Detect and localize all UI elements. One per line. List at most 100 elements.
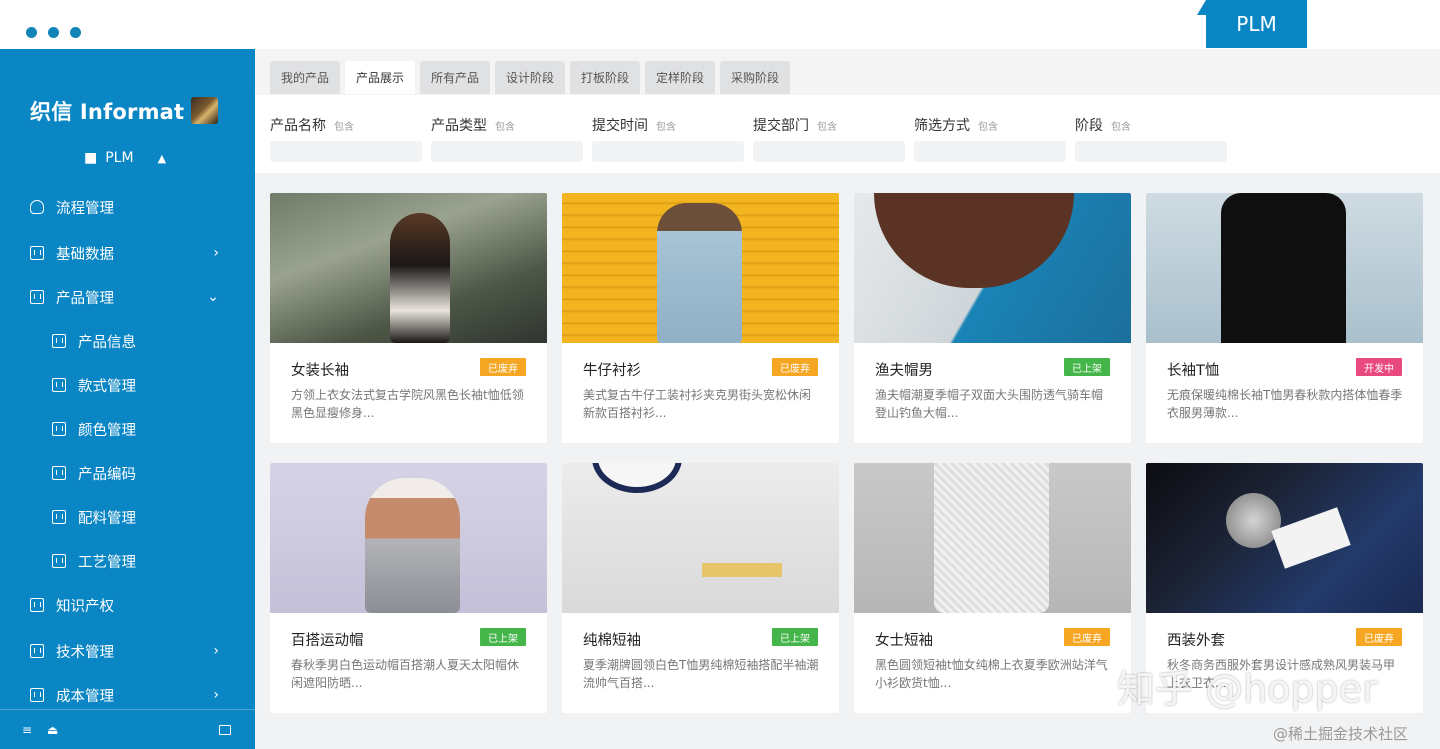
- app-switcher[interactable]: ■ PLM ▲: [84, 150, 166, 166]
- sidebar-item-product-code[interactable]: 产品编码: [0, 458, 255, 488]
- user-avatar[interactable]: [191, 97, 218, 124]
- product-image: [270, 463, 547, 613]
- product-title: 牛仔衬衫: [583, 363, 641, 379]
- tab-all-products[interactable]: 所有产品: [420, 61, 491, 94]
- product-title: 纯棉短袖: [583, 633, 641, 649]
- window-dot-minimize[interactable]: [48, 27, 59, 38]
- status-badge: 已上架: [772, 628, 818, 646]
- product-description: 无痕保暖纯棉长袖T恤男春秋款内搭体恤春季衣服男薄款...: [1167, 388, 1403, 420]
- tab-sample-stage[interactable]: 定样阶段: [645, 61, 716, 94]
- sidebar-item-style[interactable]: 款式管理: [0, 370, 255, 400]
- filter-product-name: 产品名称 包含: [270, 115, 422, 162]
- product-title: 长袖T恤: [1167, 363, 1220, 379]
- panel-icon[interactable]: [219, 724, 231, 735]
- filter-input-department[interactable]: [753, 141, 905, 162]
- product-description: 渔夫帽潮夏季帽子双面大头围防透气骑车帽登山钓鱼大帽...: [875, 388, 1104, 420]
- sidebar-item-label: 成本管理: [56, 688, 114, 705]
- sidebar-item-label: 技术管理: [56, 644, 114, 661]
- product-title: 女士短袖: [875, 633, 933, 649]
- product-card[interactable]: 百搭运动帽 已上架 春秋季男白色运动帽百搭潮人夏天太阳帽休闲遮阳防晒...: [270, 463, 547, 713]
- product-card[interactable]: 渔夫帽男 已上架 渔夫帽潮夏季帽子双面大头围防透气骑车帽登山钓鱼大帽...: [854, 193, 1131, 443]
- status-badge: 已废弃: [1064, 628, 1110, 646]
- sidebar-item-product-info[interactable]: 产品信息: [0, 326, 255, 356]
- filter-input-stage[interactable]: [1075, 141, 1227, 162]
- sidebar: 织信 Informat ■ PLM ▲ 流程管理 基础数据 › 产品管理 ⌄ 产…: [0, 49, 255, 749]
- filter-operator[interactable]: 包含: [978, 118, 998, 133]
- sidebar-item-product-mgmt[interactable]: 产品管理 ⌄: [0, 282, 255, 312]
- product-image: [854, 463, 1131, 613]
- filter-label: 产品类型: [431, 118, 487, 134]
- tab-my-products[interactable]: 我的产品: [270, 61, 341, 94]
- product-title: 百搭运动帽: [291, 633, 364, 649]
- filter-operator[interactable]: 包含: [1111, 118, 1131, 133]
- product-description: 夏季潮牌圆领白色T恤男纯棉短袖搭配半袖潮流帅气百搭...: [583, 658, 819, 690]
- filter-operator[interactable]: 包含: [334, 118, 354, 133]
- filter-input-submit-time[interactable]: [592, 141, 744, 162]
- grid-icon: [30, 644, 44, 658]
- filter-operator[interactable]: 包含: [817, 118, 837, 133]
- grid-icon: [52, 378, 66, 392]
- product-image: [562, 463, 839, 613]
- sidebar-footer: ≡ ⏏: [0, 709, 255, 749]
- sidebar-item-label: 款式管理: [78, 378, 136, 395]
- status-badge: 已废弃: [1356, 628, 1402, 646]
- product-description: 美式复古牛仔工装衬衫夹克男街头宽松休闲新款百搭衬衫...: [583, 388, 812, 420]
- sidebar-item-color[interactable]: 颜色管理: [0, 414, 255, 444]
- product-card[interactable]: 牛仔衬衫 已废弃 美式复古牛仔工装衬衫夹克男街头宽松休闲新款百搭衬衫...: [562, 193, 839, 443]
- filter-method: 筛选方式 包含: [914, 115, 1066, 162]
- status-badge: 已废弃: [772, 358, 818, 376]
- sidebar-item-label: 知识产权: [56, 598, 114, 615]
- status-badge: 已上架: [1064, 358, 1110, 376]
- grid-icon: [30, 688, 44, 702]
- sidebar-item-label: 基础数据: [56, 246, 114, 263]
- product-card[interactable]: 女士短袖 已废弃 黑色圆领短袖t恤女纯棉上衣夏季欧洲站洋气小衫欧货t恤...: [854, 463, 1131, 713]
- app-name: PLM: [105, 150, 134, 166]
- filter-input-product-name[interactable]: [270, 141, 422, 162]
- menu-toggle-icon[interactable]: ≡: [22, 723, 32, 737]
- filter-input-method[interactable]: [914, 141, 1066, 162]
- filter-label: 筛选方式: [914, 118, 970, 134]
- sidebar-item-material[interactable]: 配料管理: [0, 502, 255, 532]
- bell-icon[interactable]: ▲: [158, 152, 166, 165]
- filter-operator[interactable]: 包含: [656, 118, 676, 133]
- sidebar-item-label: 配料管理: [78, 510, 136, 527]
- product-image: [562, 193, 839, 343]
- product-card[interactable]: 长袖T恤 开发中 无痕保暖纯棉长袖T恤男春秋款内搭体恤春季衣服男薄款...: [1146, 193, 1423, 443]
- tab-product-showcase[interactable]: 产品展示: [345, 61, 416, 94]
- tab-design-stage[interactable]: 设计阶段: [495, 61, 566, 94]
- window-dot-maximize[interactable]: [70, 27, 81, 38]
- grid-icon: [30, 598, 44, 612]
- tab-pattern-stage[interactable]: 打板阶段: [570, 61, 641, 94]
- sidebar-item-ip[interactable]: 知识产权: [0, 590, 255, 620]
- status-badge: 开发中: [1356, 358, 1402, 376]
- chevron-right-icon: ›: [213, 245, 219, 261]
- tab-purchase-stage[interactable]: 采购阶段: [720, 61, 791, 94]
- status-badge: 已上架: [480, 628, 526, 646]
- product-description: 方领上衣女法式复古学院风黑色长袖t恤低领黑色显瘦修身...: [291, 388, 524, 420]
- sidebar-item-process[interactable]: 流程管理: [0, 192, 255, 222]
- sidebar-item-craft[interactable]: 工艺管理: [0, 546, 255, 576]
- brand-logo: 织信 Informat: [30, 100, 185, 124]
- eject-icon[interactable]: ⏏: [47, 723, 58, 737]
- chevron-down-icon: ⌄: [207, 289, 219, 305]
- product-card[interactable]: 纯棉短袖 已上架 夏季潮牌圆领白色T恤男纯棉短袖搭配半袖潮流帅气百搭...: [562, 463, 839, 713]
- briefcase-icon: ■: [84, 150, 98, 166]
- product-card[interactable]: 女装长袖 已废弃 方领上衣女法式复古学院风黑色长袖t恤低领黑色显瘦修身...: [270, 193, 547, 443]
- window-dot-close[interactable]: [26, 27, 37, 38]
- sidebar-item-cost[interactable]: 成本管理 ›: [0, 680, 255, 710]
- product-icon: [30, 290, 44, 304]
- grid-icon: [52, 422, 66, 436]
- watermark-source: @稀土掘金技术社区: [1273, 725, 1409, 743]
- filter-input-product-type[interactable]: [431, 141, 583, 162]
- window-controls[interactable]: [26, 27, 81, 38]
- filter-stage: 阶段 包含: [1075, 115, 1227, 162]
- sidebar-item-base-data[interactable]: 基础数据 ›: [0, 238, 255, 268]
- chevron-right-icon: ›: [213, 643, 219, 659]
- sidebar-item-label: 颜色管理: [78, 422, 136, 439]
- sidebar-item-tech[interactable]: 技术管理 ›: [0, 636, 255, 666]
- filter-label: 提交时间: [592, 118, 648, 134]
- filter-panel: 产品名称 包含 产品类型 包含 提交时间 包含 提交部门 包含 筛选方式 包含 阶段 包含: [255, 95, 1440, 173]
- filter-operator[interactable]: 包含: [495, 118, 515, 133]
- app-tab-plm[interactable]: PLM: [1206, 0, 1307, 48]
- watermark: 知乎 @hopper: [1117, 667, 1378, 711]
